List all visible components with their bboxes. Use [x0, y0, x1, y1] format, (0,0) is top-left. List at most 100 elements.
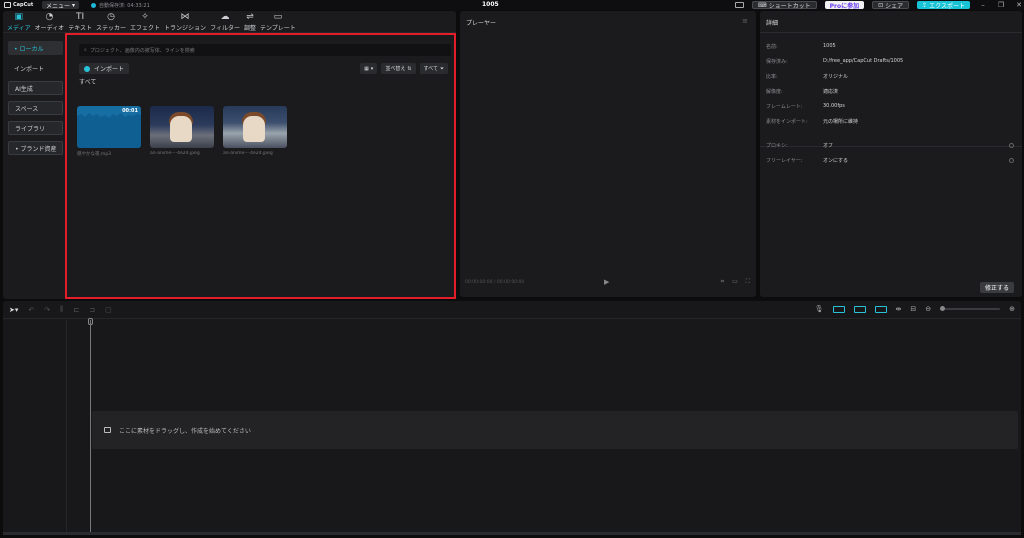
asset-tabbar: ▣ メディア ◔ オーディオ TI テキスト ◷ ステッカー ✧ エフェクト ⋈…: [3, 11, 456, 33]
detail-row-resolution: 解像度: 適応済: [766, 89, 839, 95]
close-icon[interactable]: ✕: [1014, 1, 1024, 9]
media-item[interactable]: an-anime-···4e2d.jpeg: [150, 106, 214, 157]
select-tool-icon[interactable]: ➤▾: [9, 306, 18, 314]
transition-icon: ⋈: [180, 11, 190, 22]
sort-button[interactable]: 並べ替え ⇅: [381, 63, 416, 74]
zoom-slider[interactable]: [940, 306, 1001, 311]
media-library: ⌕ プロジェクト、画像内の被写体、ラインを検索 インポート ▦ ▾ 並べ替え ⇅…: [65, 33, 456, 299]
tab-templates[interactable]: ▭ テンプレート: [258, 11, 298, 33]
chevron-down-icon: ▾: [72, 1, 76, 9]
sidebar-item-local[interactable]: • ローカル: [8, 41, 63, 55]
shortcut-button[interactable]: ⌨ ショートカット: [751, 1, 817, 10]
split-right-icon[interactable]: ⊐: [89, 306, 95, 314]
info-icon[interactable]: [1009, 158, 1014, 163]
capcut-logo-icon: [4, 2, 11, 8]
tab-effects[interactable]: ✧ エフェクト: [128, 11, 162, 33]
adjust-icon: ⇌: [246, 11, 254, 22]
export-icon: ⇪: [922, 1, 928, 9]
tab-filters[interactable]: ☁ フィルター: [208, 11, 242, 33]
layout-icon[interactable]: [734, 2, 744, 8]
filter-icon: ☁: [220, 11, 230, 22]
player-controls: 00:00:00:00 / 00:00:00:00 ▶ ⌗ ▭ ⛶: [460, 275, 756, 289]
tab-text[interactable]: TI テキスト: [66, 11, 94, 33]
zoom-in-icon[interactable]: ⊕: [1009, 305, 1015, 313]
delete-icon[interactable]: ▢: [105, 306, 112, 314]
crop-icon[interactable]: ⌗: [721, 278, 724, 286]
export-button[interactable]: ⇪ エクスポート: [917, 1, 970, 10]
split-left-icon[interactable]: ⊏: [73, 306, 79, 314]
tab-stickers[interactable]: ◷ ステッカー: [94, 11, 128, 33]
all-section-label: すべて: [79, 79, 97, 86]
modify-button[interactable]: 修正する: [979, 282, 1014, 293]
info-icon[interactable]: [1009, 143, 1014, 148]
redo-icon[interactable]: ↷: [44, 306, 50, 314]
search-icon: ⌕: [84, 47, 87, 53]
detail-row-name: 名前: 1005: [766, 43, 836, 50]
timecode: 00:00:00:00 / 00:00:00:00: [465, 279, 525, 285]
tab-audio[interactable]: ◔ オーディオ: [33, 11, 67, 33]
media-item-caption: 穏やかな夜.mp3: [77, 152, 112, 157]
media-item[interactable]: 00:01 穏やかな夜.mp3: [77, 106, 141, 157]
caption-icon[interactable]: ⊟: [910, 305, 916, 313]
sidebar-item-library[interactable]: ライブラリ: [8, 121, 63, 135]
auto-snap-icon[interactable]: [853, 305, 866, 313]
chevron-down-icon: ▾: [370, 65, 374, 72]
linkage-icon[interactable]: [874, 305, 887, 313]
undo-icon[interactable]: ↶: [28, 306, 34, 314]
zoom-out-icon[interactable]: ⊖: [925, 305, 931, 313]
zoom-knob[interactable]: [940, 306, 946, 311]
detail-row-framerate: フレームレート: 30.00fps: [766, 103, 845, 110]
ratio-icon[interactable]: ▭: [732, 278, 738, 286]
filter-button[interactable]: すべて ⏷: [419, 63, 448, 74]
timeline-drop-zone[interactable]: ここに素材をドラッグし、作成を始めてください: [92, 411, 1018, 449]
sort-icon: ⇅: [407, 65, 412, 72]
audio-thumbnail: 00:01: [77, 106, 141, 148]
autosave-icon: [91, 2, 97, 8]
timeline-scrollbar[interactable]: [3, 532, 1021, 535]
join-pro-button[interactable]: Proに参加: [824, 1, 865, 10]
detail-row-import: 素材をインポート: 元の場所に維持: [766, 119, 859, 125]
playhead[interactable]: [90, 320, 91, 535]
sidebar-item-brand-assets[interactable]: • ブランド資産: [8, 141, 63, 155]
image-thumbnail: [150, 106, 214, 148]
sidebar-item-import[interactable]: インポート: [8, 61, 63, 75]
fullscreen-icon[interactable]: ⛶: [746, 278, 750, 286]
text-icon: TI: [76, 11, 85, 22]
player-panel: プレーヤー ≡ 00:00:00:00 / 00:00:00:00 ▶ ⌗ ▭ …: [460, 11, 756, 297]
import-icon: [84, 65, 90, 72]
hamburger-icon[interactable]: ≡: [742, 17, 748, 25]
media-panel: ▣ メディア ◔ オーディオ TI テキスト ◷ ステッカー ✧ エフェクト ⋈…: [3, 11, 456, 299]
timeline-toolbar: ➤▾ ↶ ↷ ⫼ ⊏ ⊐ ▢ 🎙 ⇹ ⊟ ⊖ ⊕: [3, 301, 1021, 319]
track-headers: [3, 320, 67, 535]
tab-media[interactable]: ▣ メディア: [5, 11, 33, 33]
details-title: 詳細: [766, 20, 779, 27]
menu-button[interactable]: メニュー ▾: [42, 1, 80, 10]
maximize-icon[interactable]: ❐: [996, 1, 1006, 9]
film-icon: [104, 427, 111, 433]
template-icon: ▭: [273, 11, 283, 22]
minimize-icon[interactable]: –: [978, 1, 988, 9]
tab-adjust[interactable]: ⇌ 調整: [242, 11, 258, 33]
microphone-icon[interactable]: 🎙: [815, 305, 824, 313]
tab-transitions[interactable]: ⋈ トランジション: [162, 11, 208, 33]
split-icon[interactable]: ⫼: [60, 305, 63, 314]
media-grid: 00:01 穏やかな夜.mp3 an-anime-···4e2d.jpeg an…: [77, 106, 287, 157]
sidebar-item-ai-generate[interactable]: AI生成: [8, 81, 63, 95]
search-input[interactable]: ⌕ プロジェクト、画像内の被写体、ラインを検索: [79, 44, 451, 56]
media-item-caption: an-anime-···4e2d.jpeg: [150, 151, 200, 156]
share-button[interactable]: ⊡ シェア: [872, 1, 910, 10]
play-icon[interactable]: ▶: [604, 278, 609, 286]
image-thumbnail: [223, 106, 287, 148]
audio-icon: ◔: [45, 11, 54, 22]
detail-row-saved: 保存済み: D:/free_app/CapCut Drafts/1005: [766, 58, 904, 65]
main-track-magnet-icon[interactable]: [832, 305, 845, 313]
media-item-caption: an-anime-···4e2d.jpeg: [223, 151, 273, 156]
grid-icon: ▦: [364, 65, 369, 72]
player-title: プレーヤー: [466, 20, 497, 27]
sidebar-item-space[interactable]: スペース: [8, 101, 63, 115]
media-item[interactable]: an-anime-···4e2d.jpeg: [223, 106, 287, 157]
detail-row-ratio: 比率: オリジナル: [766, 74, 849, 80]
preview-axis-icon[interactable]: ⇹: [896, 305, 902, 313]
import-button[interactable]: インポート: [79, 63, 130, 74]
view-mode-button[interactable]: ▦ ▾: [360, 63, 378, 74]
